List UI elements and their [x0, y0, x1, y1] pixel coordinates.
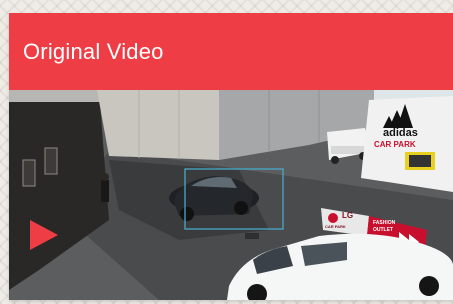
video-card: Original Video adidas CAR PARK LG CAR PA… [9, 13, 453, 300]
lg-sub-text: CAR PARK [325, 224, 346, 229]
adidas-sign-text: adidas [383, 127, 418, 139]
video-frame [9, 90, 453, 300]
fashion-sign-text-2: OUTLET [373, 227, 393, 233]
card-title: Original Video [23, 38, 164, 64]
play-button[interactable] [28, 220, 68, 260]
lg-sign-text: LG [342, 211, 354, 220]
car-park-sign-text: CAR PARK [374, 140, 416, 149]
fashion-sign-text-1: FASHION [373, 220, 396, 226]
video-player[interactable]: adidas CAR PARK LG CAR PARK FASHION OUTL… [9, 90, 453, 300]
card-header: Original Video [9, 13, 453, 90]
play-icon [30, 220, 58, 250]
